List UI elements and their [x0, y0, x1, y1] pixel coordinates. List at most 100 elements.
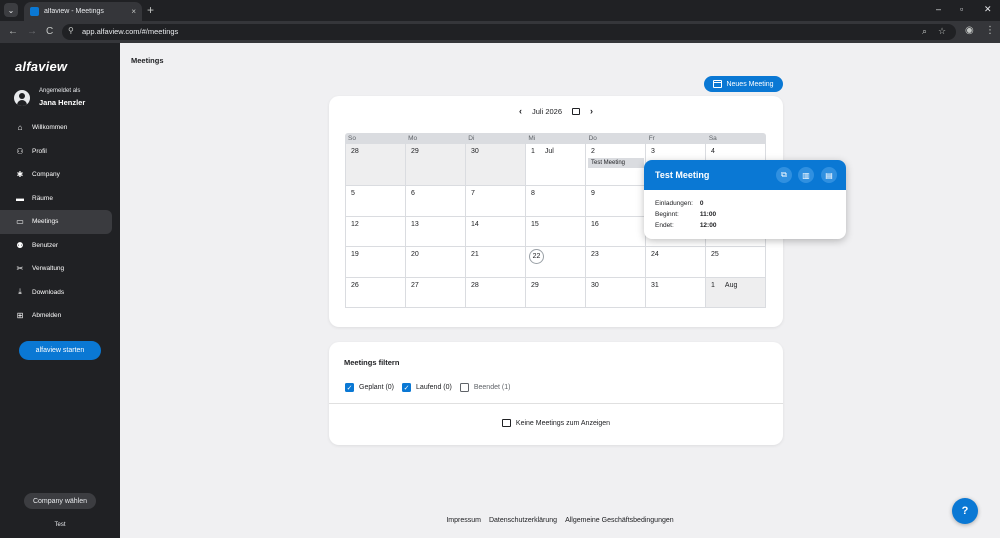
end-value: 12:00: [699, 222, 717, 229]
new-tab-button[interactable]: +: [147, 3, 154, 17]
browser-tab-active[interactable]: alfaview - Meetings ×: [24, 2, 142, 21]
calendar-day-cell[interactable]: 25: [706, 247, 766, 278]
month-label[interactable]: Juli 2026: [532, 107, 562, 116]
calendar-day-cell[interactable]: 27: [406, 277, 466, 308]
day-number: 23: [591, 251, 599, 258]
window-minimize-button[interactable]: –: [936, 4, 941, 14]
day-number: 4: [711, 148, 715, 155]
footer-link-privacy[interactable]: Datenschutzerklärung: [489, 517, 557, 524]
day-number: 26: [351, 281, 359, 289]
sidebar: alfaview Angemeldet als Jana Henzler ⌂ Wi…: [0, 43, 120, 538]
calendar-day-cell[interactable]: 29: [526, 277, 586, 308]
calendar-day-cell[interactable]: 28: [466, 277, 526, 308]
invitations-label: Einladungen:: [655, 200, 693, 207]
calendar-day-cell[interactable]: 19: [346, 247, 406, 278]
weekday-label: Sa: [708, 135, 717, 142]
new-meeting-button[interactable]: Neues Meeting: [704, 76, 783, 92]
clipboard-icon[interactable]: ▤: [821, 167, 837, 183]
window-close-button[interactable]: ✕: [984, 4, 992, 15]
calendar-day-cell[interactable]: 30: [466, 144, 526, 186]
calendar-day-cell[interactable]: 26: [346, 277, 406, 308]
next-month-icon[interactable]: ›: [590, 106, 593, 116]
footer-link-terms[interactable]: Allgemeine Geschäftsbedingungen: [565, 517, 674, 524]
calendar-day-cell[interactable]: 14: [466, 216, 526, 247]
chart-icon[interactable]: ▥: [798, 167, 814, 183]
sidebar-item-willkommen[interactable]: ⌂ Willkommen: [0, 116, 120, 140]
calendar-event[interactable]: Test Meeting: [588, 158, 644, 168]
tab-close-icon[interactable]: ×: [131, 7, 136, 16]
calendar-day-cell[interactable]: 7: [466, 186, 526, 217]
alfaview-logo: alfaview: [15, 59, 68, 74]
calendar-day-cell[interactable]: 20: [406, 247, 466, 278]
calendar-day-cell[interactable]: 13: [406, 216, 466, 247]
weekday-label: So: [348, 135, 356, 142]
sidebar-item-verwaltung[interactable]: ✂ Verwaltung: [0, 257, 120, 281]
calendar-day-cell[interactable]: 9: [586, 186, 646, 217]
popover-header: Test Meeting ⧉ ▥ ▤: [644, 160, 846, 190]
back-icon[interactable]: ←: [8, 25, 18, 39]
calendar-day-cell[interactable]: 8: [526, 186, 586, 217]
calendar-day-cell[interactable]: 2 Test Meeting: [586, 144, 646, 186]
calendar-day-cell[interactable]: 31: [646, 277, 706, 308]
calendar-day-cell[interactable]: 23: [586, 247, 646, 278]
divider: [329, 403, 783, 404]
calendar-day-cell[interactable]: 22: [526, 247, 586, 278]
reload-icon[interactable]: C: [46, 25, 53, 39]
sidebar-item-räume[interactable]: ▬ Räume: [0, 187, 120, 211]
sidebar-item-downloads[interactable]: ⤓ Downloads: [0, 281, 120, 305]
calendar-day-cell[interactable]: 16: [586, 216, 646, 247]
weekday-label: Mo: [408, 135, 418, 142]
search-icon[interactable]: ⌕: [922, 26, 927, 37]
calendar-day-cell[interactable]: 28: [346, 144, 406, 186]
previous-month-icon[interactable]: ‹: [519, 106, 522, 116]
bookmark-star-icon[interactable]: ☆: [938, 26, 946, 37]
filter-checkbox[interactable]: Beendet (1): [459, 383, 510, 392]
filter-checkbox[interactable]: ✓ Laufend (0): [402, 383, 452, 392]
calendar-day-cell[interactable]: 15: [526, 216, 586, 247]
empty-state-text: Keine Meetings zum Anzeigen: [515, 419, 611, 427]
site-info-icon[interactable]: ⚲: [68, 26, 74, 35]
day-number: 29: [531, 281, 539, 289]
sidebar-item-meetings[interactable]: ▭ Meetings: [0, 210, 112, 234]
profile-icon[interactable]: ◉: [965, 25, 974, 36]
tab-search-button[interactable]: ⌄: [4, 3, 18, 17]
page-title: Meetings: [131, 56, 164, 65]
browser-menu-icon[interactable]: ⋮: [985, 25, 995, 36]
scrollbar[interactable]: [993, 43, 1000, 538]
footer-link-impressum[interactable]: Impressum: [446, 517, 481, 524]
day-number: 15: [531, 220, 539, 228]
calendar-day-cell[interactable]: 6: [406, 186, 466, 217]
calendar-day-cell[interactable]: 21: [466, 247, 526, 278]
sidebar-item-abmelden[interactable]: ⊞ Abmelden: [0, 304, 120, 328]
day-number: 8: [531, 190, 535, 197]
url-text[interactable]: app.alfaview.com/#/meetings: [82, 27, 178, 36]
sidebar-item-label: Abmelden: [32, 312, 62, 320]
day-number: 25: [711, 251, 719, 258]
start-alfaview-button[interactable]: alfaview starten: [19, 341, 101, 360]
calendar-day-cell[interactable]: 24: [646, 247, 706, 278]
copy-icon[interactable]: ⧉: [776, 167, 792, 183]
forward-icon[interactable]: →: [27, 25, 37, 39]
calendar-day-cell[interactable]: 12: [346, 216, 406, 247]
calendar-day-cell[interactable]: 1 Aug: [706, 277, 766, 308]
help-button[interactable]: ?: [952, 498, 978, 524]
calendar-day-cell[interactable]: 29: [406, 144, 466, 186]
sidebar-item-company[interactable]: ✱ Company: [0, 163, 120, 187]
sidebar-nav: ⌂ Willkommen ⚇ Profil ✱ Company ▬ Räume ▭ Meeting…: [0, 116, 120, 328]
month-picker-icon[interactable]: [572, 107, 581, 115]
address-bar[interactable]: ⚲ app.alfaview.com/#/meetings ⌕ ☆: [62, 24, 956, 40]
window-maximize-button[interactable]: ▫: [960, 4, 963, 14]
choose-company-button[interactable]: Company wählen: [24, 493, 96, 509]
day-number: 7: [471, 190, 475, 197]
day-number: 5: [351, 190, 355, 197]
sidebar-item-profil[interactable]: ⚇ Profil: [0, 140, 120, 164]
popover-row-invitations: Einladungen: 0: [655, 200, 703, 207]
calendar-day-cell[interactable]: 5: [346, 186, 406, 217]
checked-icon[interactable]: ✓: [345, 383, 354, 392]
filter-checkbox[interactable]: ✓ Geplant (0): [345, 383, 394, 392]
calendar-day-cell[interactable]: 30: [586, 277, 646, 308]
calendar-day-cell[interactable]: 1 Jul: [526, 144, 586, 186]
checked-icon[interactable]: ✓: [402, 383, 412, 392]
sidebar-item-benutzer[interactable]: ⚉ Benutzer: [0, 234, 120, 258]
unchecked-icon[interactable]: [459, 383, 469, 392]
